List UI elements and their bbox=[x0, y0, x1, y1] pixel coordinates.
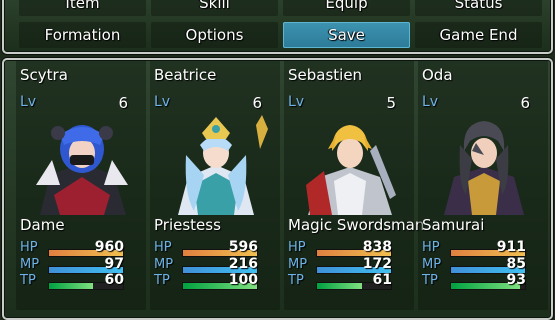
party-member-sebastien[interactable]: Sebastien Lv 5 Magic Swordsman HP 838 MP… bbox=[284, 60, 424, 310]
command-options[interactable]: Options bbox=[151, 22, 278, 48]
level-value: 6 bbox=[252, 94, 262, 112]
hp-gauge: HP 911 bbox=[422, 239, 526, 257]
oda-portrait bbox=[444, 121, 524, 215]
member-class: Samurai bbox=[422, 216, 485, 234]
member-class: Priestess bbox=[154, 216, 221, 234]
level-label: Lv bbox=[20, 94, 37, 110]
party-member-beatrice[interactable]: Beatrice Lv 6 Priestess HP 596 MP 216 TP… bbox=[150, 60, 280, 310]
hp-label: HP bbox=[20, 240, 38, 255]
member-class: Magic Swordsman bbox=[288, 216, 425, 234]
tp-gauge: TP 60 bbox=[20, 272, 124, 290]
level-label: Lv bbox=[154, 94, 171, 110]
mp-value: 172 bbox=[362, 256, 392, 272]
mp-value: 97 bbox=[104, 256, 124, 272]
member-name: Beatrice bbox=[154, 66, 217, 84]
level-value: 6 bbox=[520, 94, 530, 112]
command-equip[interactable]: Equip bbox=[283, 0, 410, 16]
command-game-end[interactable]: Game End bbox=[415, 22, 542, 48]
tp-label: TP bbox=[422, 273, 438, 288]
command-window: Item Skill Equip Status Formation Option… bbox=[2, 0, 553, 54]
level-value: 6 bbox=[118, 94, 128, 112]
hp-gauge: HP 596 bbox=[154, 239, 258, 257]
tp-label: TP bbox=[288, 273, 304, 288]
member-name: Sebastien bbox=[288, 66, 363, 84]
mp-gauge: MP 97 bbox=[20, 256, 124, 274]
beatrice-portrait bbox=[178, 115, 268, 215]
party-member-scytra[interactable]: Scytra Lv 6 Dame HP 960 MP 97 TP 60 bbox=[16, 60, 146, 310]
hp-gauge: HP 838 bbox=[288, 239, 392, 257]
sebastien-portrait bbox=[306, 125, 396, 215]
tp-label: TP bbox=[154, 273, 170, 288]
member-name: Oda bbox=[422, 66, 453, 84]
mp-value: 216 bbox=[228, 256, 258, 272]
mp-label: MP bbox=[288, 257, 308, 272]
tp-value: 93 bbox=[506, 272, 526, 288]
tp-gauge: TP 93 bbox=[422, 272, 526, 290]
tp-value: 100 bbox=[228, 272, 258, 288]
mp-label: MP bbox=[20, 257, 40, 272]
tp-gauge: TP 61 bbox=[288, 272, 392, 290]
command-status[interactable]: Status bbox=[415, 0, 542, 16]
hp-value: 960 bbox=[94, 239, 124, 255]
command-skill[interactable]: Skill bbox=[151, 0, 278, 16]
hp-label: HP bbox=[154, 240, 172, 255]
hp-value: 838 bbox=[362, 239, 392, 255]
mp-gauge: MP 216 bbox=[154, 256, 258, 274]
tp-value: 61 bbox=[372, 272, 392, 288]
hp-label: HP bbox=[422, 240, 440, 255]
tp-value: 60 bbox=[104, 272, 124, 288]
mp-gauge: MP 172 bbox=[288, 256, 392, 274]
scytra-portrait bbox=[36, 125, 128, 215]
level-label: Lv bbox=[288, 94, 305, 110]
hp-value: 911 bbox=[496, 239, 526, 255]
command-formation[interactable]: Formation bbox=[19, 22, 146, 48]
party-member-oda[interactable]: Oda Lv 6 Samurai HP 911 MP 85 TP 93 bbox=[418, 60, 548, 310]
level-value: 5 bbox=[386, 94, 396, 112]
hp-label: HP bbox=[288, 240, 306, 255]
member-name: Scytra bbox=[20, 66, 68, 84]
mp-gauge: MP 85 bbox=[422, 256, 526, 274]
hp-gauge: HP 960 bbox=[20, 239, 124, 257]
level-label: Lv bbox=[422, 94, 439, 110]
mp-label: MP bbox=[422, 257, 442, 272]
mp-label: MP bbox=[154, 257, 174, 272]
member-class: Dame bbox=[20, 216, 65, 234]
hp-value: 596 bbox=[228, 239, 258, 255]
tp-gauge: TP 100 bbox=[154, 272, 258, 290]
tp-label: TP bbox=[20, 273, 36, 288]
mp-value: 85 bbox=[506, 256, 526, 272]
command-save[interactable]: Save bbox=[283, 22, 410, 48]
command-item[interactable]: Item bbox=[19, 0, 146, 16]
